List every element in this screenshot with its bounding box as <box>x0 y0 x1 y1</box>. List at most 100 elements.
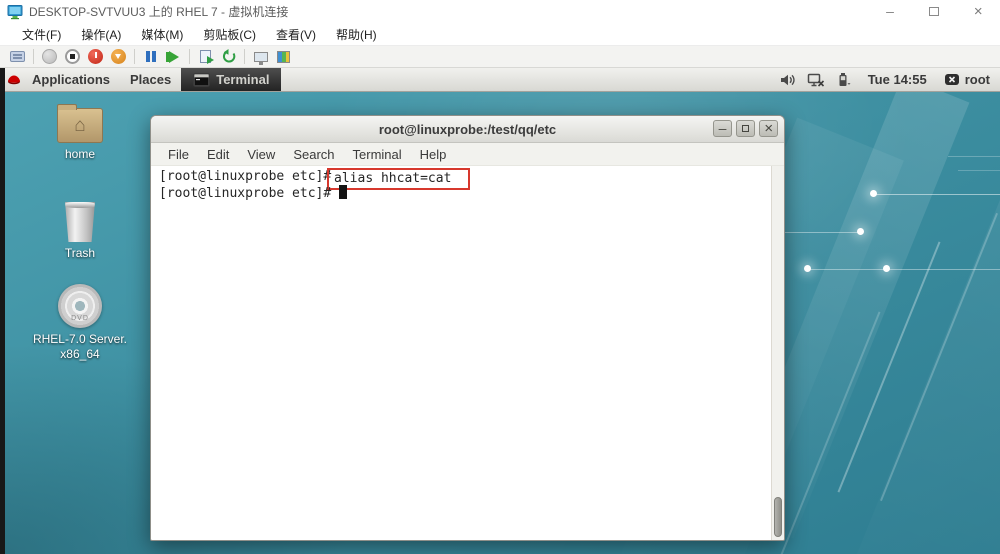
toolbar-separator <box>33 49 34 64</box>
host-window-controls <box>868 0 1000 23</box>
revert-button[interactable] <box>217 47 240 67</box>
enhanced-session-icon <box>277 51 290 63</box>
power-icon <box>42 49 57 64</box>
battery-icon[interactable] <box>836 72 851 88</box>
dvd-disc-icon: DVD <box>58 284 102 328</box>
host-menubar: 文件(F) 操作(A) 媒体(M) 剪贴板(C) 查看(V) 帮助(H) <box>0 23 1000 46</box>
save-button[interactable] <box>107 47 130 67</box>
terminal-menubar: File Edit View Search Terminal Help <box>151 143 784 166</box>
terminal-menu-file[interactable]: File <box>159 147 198 162</box>
gnome-bar-right: Tue 14:55 root <box>779 68 1000 91</box>
redhat-logo-icon <box>6 73 22 87</box>
monitor-icon <box>254 52 268 62</box>
wallpaper-line <box>780 232 861 233</box>
applications-menu[interactable]: Applications <box>22 68 120 91</box>
toolbar-separator <box>189 49 190 64</box>
vm-viewport-edge <box>0 68 5 554</box>
close-icon <box>764 121 773 136</box>
house-glyph: ⌂ <box>74 116 85 135</box>
wallpaper-line <box>808 269 1000 270</box>
wallpaper-dot <box>870 190 877 197</box>
screen-button[interactable] <box>249 47 272 67</box>
gnome-top-bar: Applications Places Terminal <box>0 68 1000 92</box>
desktop-icon-home[interactable]: ⌂ home <box>30 100 130 162</box>
host-titlebar: DESKTOP-SVTVUU3 上的 RHEL 7 - 虚拟机连接 <box>0 0 1000 23</box>
terminal-minimize-button[interactable] <box>713 120 732 137</box>
terminal-output[interactable]: [root@linuxprobe etc]# alias hhcat=cat [… <box>151 166 771 540</box>
wallpaper-stripe <box>834 129 1000 554</box>
terminal-menu-view[interactable]: View <box>238 147 284 162</box>
command-text: alias hhcat=cat <box>334 171 451 186</box>
host-window-title: DESKTOP-SVTVUU3 上的 RHEL 7 - 虚拟机连接 <box>29 3 288 20</box>
terminal-menu-terminal[interactable]: Terminal <box>344 147 411 162</box>
shutdown-button[interactable] <box>84 47 107 67</box>
checkpoint-button[interactable] <box>194 47 217 67</box>
terminal-task-button[interactable]: Terminal <box>181 68 281 91</box>
shutdown-icon <box>88 49 103 64</box>
wallpaper-line <box>874 194 1000 195</box>
wallpaper-line <box>880 213 998 501</box>
menu-file[interactable]: 文件(F) <box>12 23 71 45</box>
places-menu[interactable]: Places <box>120 68 181 91</box>
dvd-icon-label-line1: RHEL-7.0 Server. <box>33 332 127 347</box>
terminal-menu-help[interactable]: Help <box>411 147 456 162</box>
menu-clipboard[interactable]: 剪贴板(C) <box>193 23 266 45</box>
scrollbar-thumb[interactable] <box>774 497 782 537</box>
home-folder-icon: ⌂ <box>57 108 103 143</box>
terminal-icon <box>193 73 210 87</box>
resume-button[interactable] <box>162 47 185 67</box>
terminal-line-1: [root@linuxprobe etc]# alias hhcat=cat <box>159 168 771 185</box>
terminal-menu-edit[interactable]: Edit <box>198 147 238 162</box>
save-icon <box>111 49 126 64</box>
maximize-button[interactable] <box>912 0 956 23</box>
close-button[interactable] <box>956 0 1000 23</box>
desktop-icon-trash[interactable]: Trash <box>30 198 130 261</box>
dvd-icon-label-line2: x86_64 <box>33 347 127 362</box>
terminal-titlebar[interactable]: root@linuxprobe:/test/qq/etc <box>151 116 784 143</box>
highlight-box: alias hhcat=cat <box>327 168 470 190</box>
minimize-button[interactable] <box>868 0 912 23</box>
terminal-title: root@linuxprobe:/test/qq/etc <box>379 122 556 137</box>
trash-icon <box>63 202 97 242</box>
toolbar-separator <box>244 49 245 64</box>
clock[interactable]: Tue 14:55 <box>862 72 933 87</box>
power-button[interactable] <box>38 47 61 67</box>
toolbar-separator <box>134 49 135 64</box>
wallpaper-dot <box>804 265 811 272</box>
terminal-task-label: Terminal <box>216 72 269 87</box>
terminal-window: root@linuxprobe:/test/qq/etc File Edit V… <box>150 115 785 541</box>
menu-media[interactable]: 媒体(M) <box>131 23 193 45</box>
ctrl-alt-del-button[interactable] <box>6 47 29 67</box>
terminal-close-button[interactable] <box>759 120 778 137</box>
pause-button[interactable] <box>139 47 162 67</box>
turn-off-icon <box>65 49 80 64</box>
host-toolbar <box>0 46 1000 68</box>
terminal-maximize-button[interactable] <box>736 120 755 137</box>
terminal-menu-search[interactable]: Search <box>284 147 343 162</box>
menu-action[interactable]: 操作(A) <box>71 23 131 45</box>
checkpoint-icon <box>200 50 211 63</box>
keyboard-icon <box>10 51 25 62</box>
home-icon-label: home <box>65 147 95 162</box>
pause-icon <box>146 51 156 62</box>
maximize-icon <box>742 125 749 132</box>
user-menu[interactable]: root <box>944 72 990 87</box>
terminal-scrollbar[interactable] <box>771 166 784 540</box>
shell-prompt: [root@linuxprobe etc]# <box>159 169 339 184</box>
menu-view[interactable]: 查看(V) <box>266 23 326 45</box>
gnome-bar-left: Applications Places Terminal <box>6 68 281 91</box>
desktop-icon-rhel-dvd[interactable]: DVD RHEL-7.0 Server. x86_64 <box>30 284 130 362</box>
volume-icon[interactable] <box>779 72 796 88</box>
turn-off-button[interactable] <box>61 47 84 67</box>
wallpaper-line <box>958 170 1000 171</box>
shell-prompt: [root@linuxprobe etc]# <box>159 186 339 201</box>
enhanced-session-button[interactable] <box>272 47 295 67</box>
menu-help[interactable]: 帮助(H) <box>326 23 387 45</box>
network-offline-icon[interactable] <box>807 72 825 88</box>
dvd-disc-text: DVD <box>71 315 89 322</box>
wallpaper-line <box>838 241 941 492</box>
maximize-icon <box>929 7 939 16</box>
minimize-icon <box>886 3 894 21</box>
close-icon <box>974 3 983 21</box>
hyperv-vm-connection-window: DESKTOP-SVTVUU3 上的 RHEL 7 - 虚拟机连接 文件(F) … <box>0 0 1000 554</box>
